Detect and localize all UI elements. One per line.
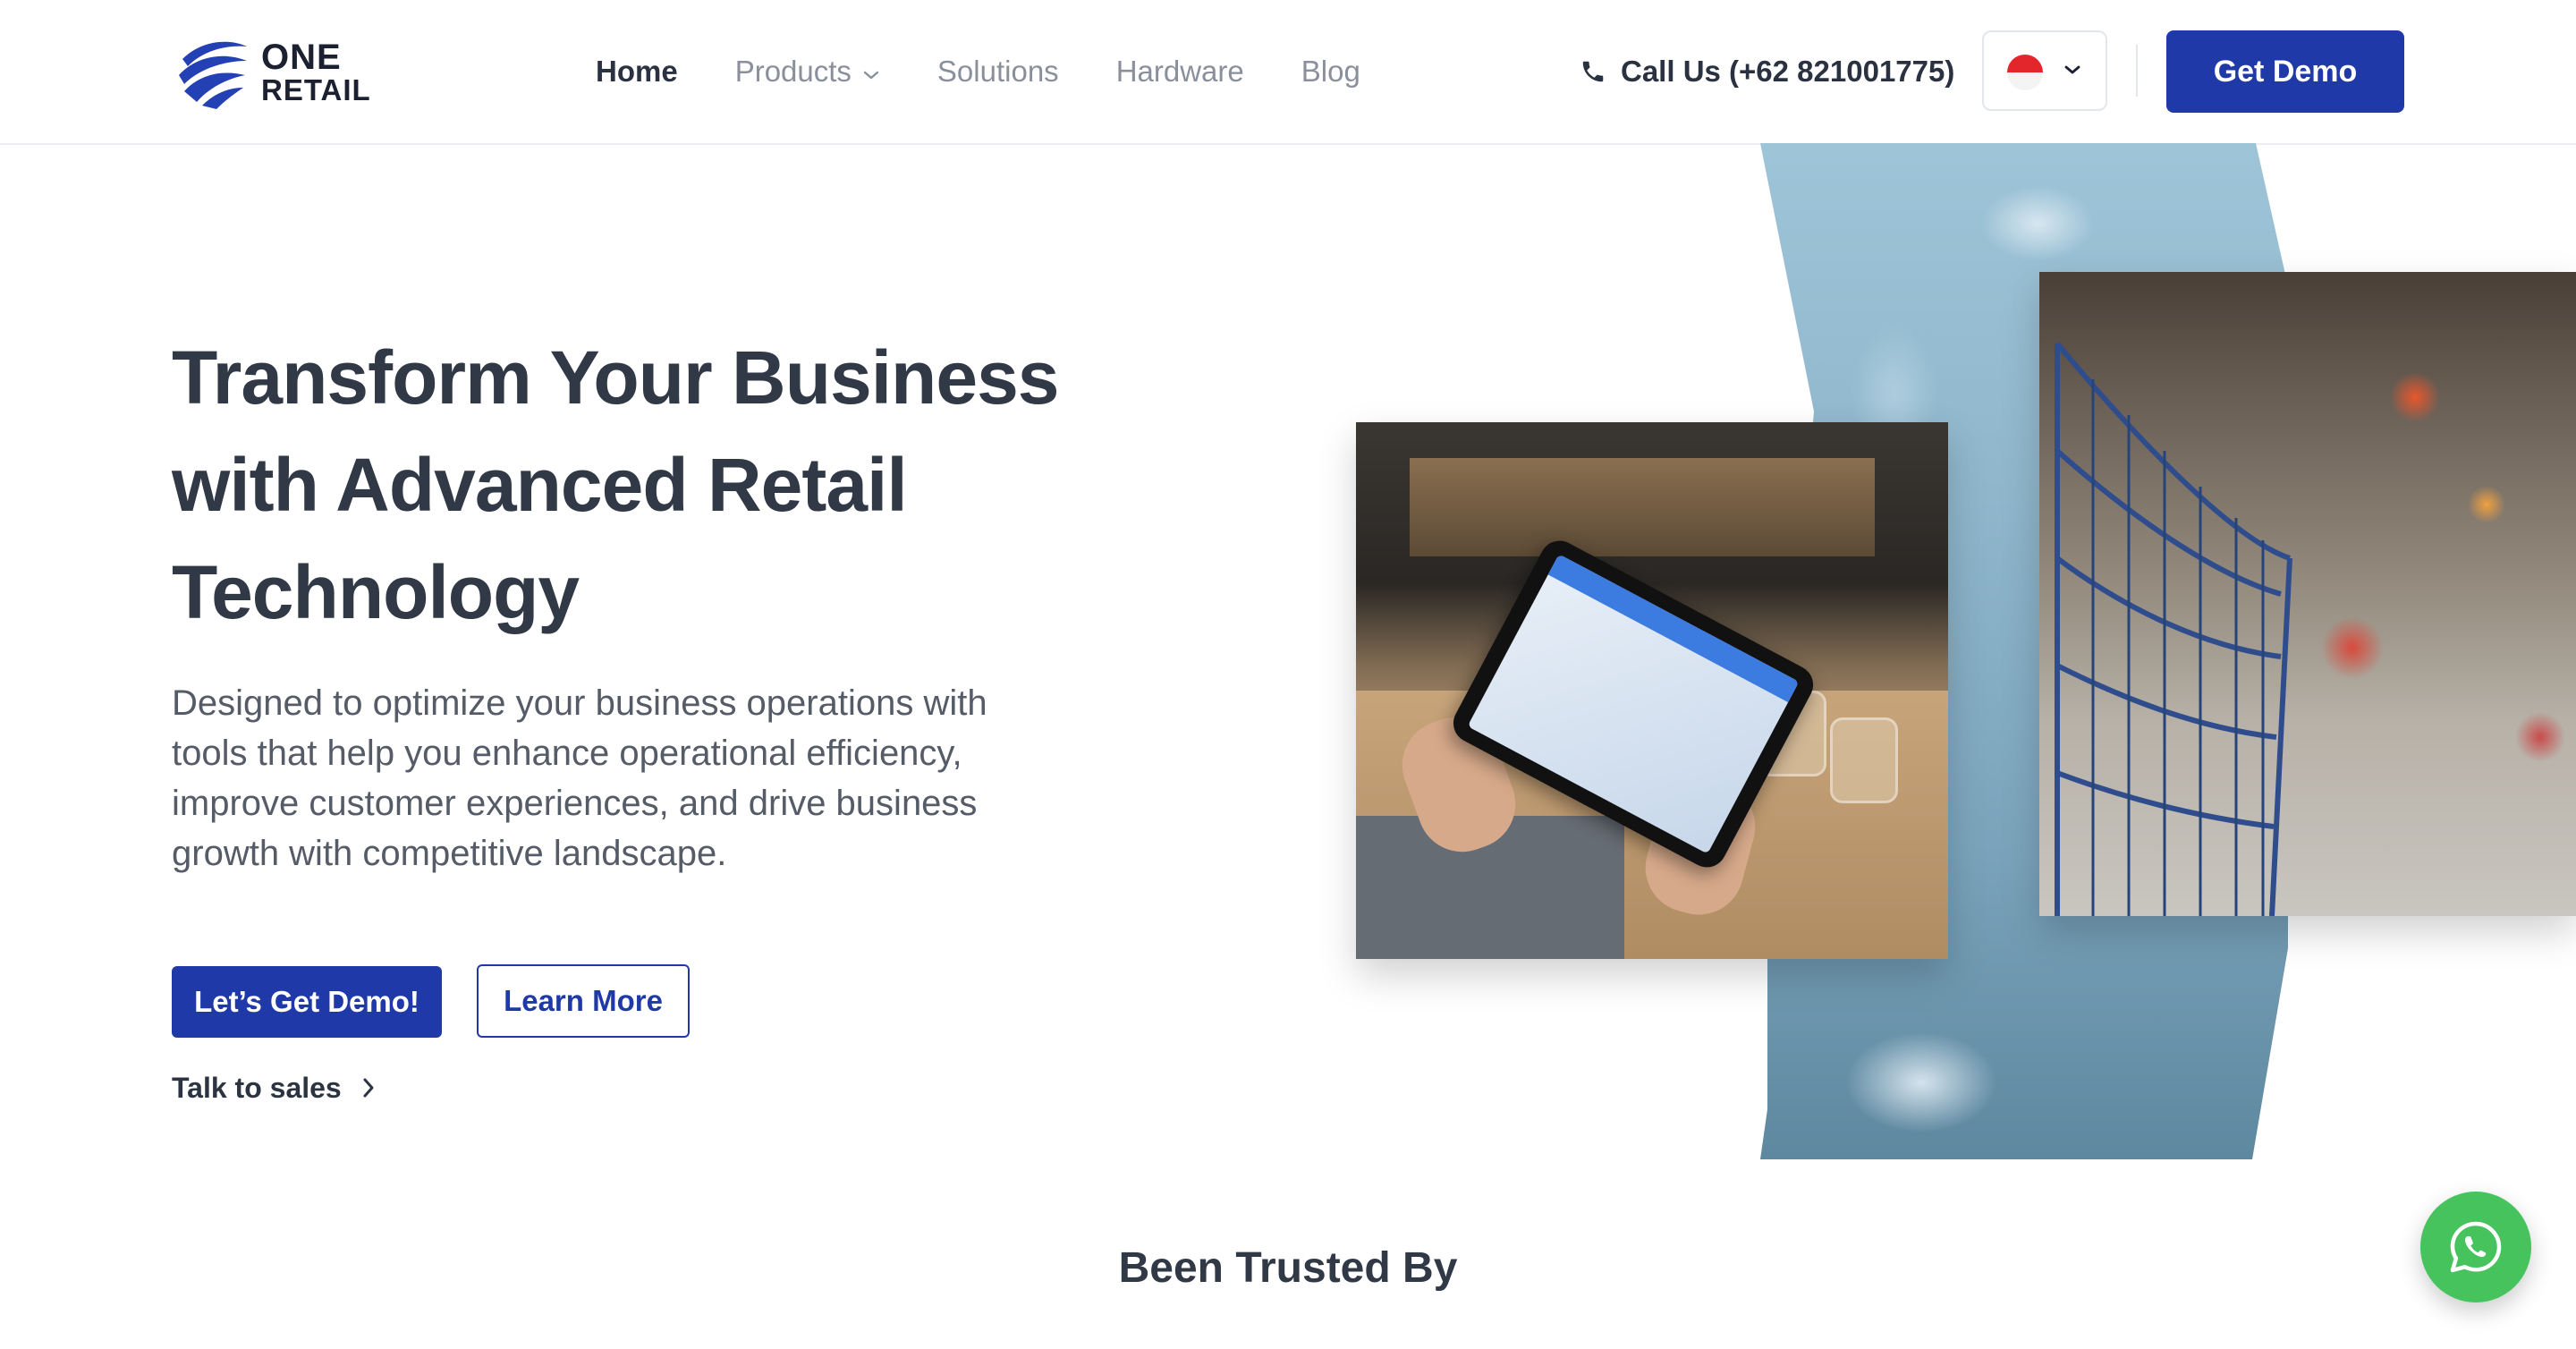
talk-to-sales-link[interactable]: Talk to sales	[172, 1066, 376, 1109]
language-selector[interactable]	[1982, 30, 2107, 111]
indonesia-flag-icon	[2007, 55, 2043, 90]
get-demo-button[interactable]: Get Demo	[2166, 30, 2404, 113]
phone-icon	[1582, 61, 1604, 82]
tablet-pos-photo	[1356, 422, 1948, 959]
nav-home-label: Home	[596, 55, 678, 88]
nav-products-label: Products	[734, 55, 852, 88]
main-nav: Home Products Solutions Hardware Blog	[596, 50, 1418, 93]
nav-solutions-label: Solutions	[936, 55, 1059, 88]
nav-hardware-label: Hardware	[1115, 55, 1244, 88]
whatsapp-chat-button[interactable]	[2420, 1192, 2531, 1302]
trusted-by-heading: Been Trusted By	[1118, 1244, 1458, 1292]
chevron-down-icon	[862, 55, 880, 89]
brand-logo[interactable]: ONE RETAIL	[177, 36, 374, 109]
learn-more-button[interactable]: Learn More	[477, 964, 690, 1038]
nav-home[interactable]: Home	[596, 55, 678, 89]
nav-products[interactable]: Products	[735, 55, 880, 89]
call-us-link[interactable]: Call Us (+62 821001775)	[1580, 50, 1954, 93]
header-divider	[2136, 45, 2138, 97]
talk-to-sales-label: Talk to sales	[172, 1071, 342, 1104]
nav-solutions[interactable]: Solutions	[937, 55, 1059, 89]
whatsapp-icon	[2450, 1221, 2502, 1273]
chevron-right-icon	[363, 1078, 374, 1098]
nav-hardware[interactable]: Hardware	[1116, 55, 1244, 89]
hero-description: Designed to optimize your business opera…	[172, 683, 987, 873]
site-header: ONE RETAIL Home Products Solutions Hardw…	[0, 0, 2576, 145]
hero-title: Transform Your Business with Advanced Re…	[172, 335, 1060, 634]
nav-blog[interactable]: Blog	[1301, 55, 1360, 89]
logo-text-one: ONE	[261, 38, 342, 77]
chevron-down-icon	[2063, 63, 2082, 81]
shopping-cart-photo	[2039, 272, 2576, 916]
nav-blog-label: Blog	[1301, 55, 1360, 88]
logo-text-retail: RETAIL	[261, 73, 371, 106]
call-us-label: Call Us (+62 821001775)	[1621, 55, 1955, 88]
logo-mark-icon	[179, 41, 247, 109]
lets-get-demo-button[interactable]: Let’s Get Demo!	[172, 966, 442, 1038]
